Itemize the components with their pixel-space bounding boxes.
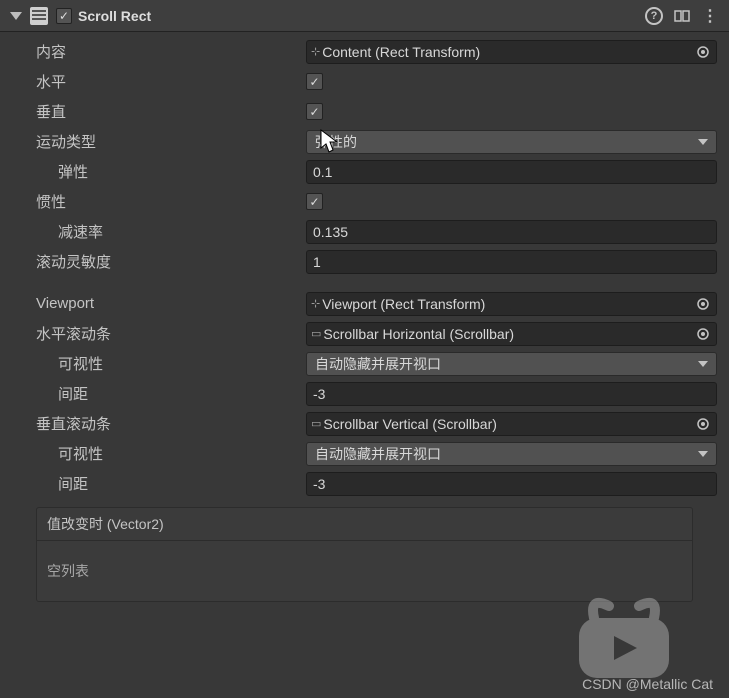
component-title: Scroll Rect xyxy=(78,8,645,24)
foldout-toggle[interactable] xyxy=(10,12,22,20)
inertia-label: 惯性 xyxy=(12,191,306,212)
decel-rate-input[interactable]: 0.135 xyxy=(306,220,717,244)
watermark-logo-icon xyxy=(559,588,689,688)
chevron-down-icon xyxy=(698,451,708,457)
decel-rate-label: 减速率 xyxy=(12,221,306,242)
preset-icon[interactable] xyxy=(673,7,691,25)
vertical-checkbox[interactable]: ✓ xyxy=(306,103,323,120)
h-spacing-input[interactable]: -3 xyxy=(306,382,717,406)
object-picker-icon[interactable] xyxy=(694,295,712,313)
rect-transform-icon: ⊹ xyxy=(311,297,318,310)
scrollbar-icon: ▭ xyxy=(311,417,319,430)
component-body: 内容 ⊹ Content (Rect Transform) 水平 ✓ 垂直 ✓ … xyxy=(0,32,729,618)
rect-transform-icon: ⊹ xyxy=(311,45,318,58)
v-spacing-label: 间距 xyxy=(12,473,306,494)
v-spacing-input[interactable]: -3 xyxy=(306,472,717,496)
viewport-object-field[interactable]: ⊹ Viewport (Rect Transform) xyxy=(306,292,717,316)
event-title: 值改变时 (Vector2) xyxy=(37,508,692,541)
h-visibility-label: 可视性 xyxy=(12,353,306,374)
chevron-down-icon xyxy=(698,139,708,145)
menu-icon[interactable]: ⋮ xyxy=(701,7,719,25)
chevron-down-icon xyxy=(698,361,708,367)
movement-type-dropdown[interactable]: 弹性的 xyxy=(306,130,717,154)
scrollbar-icon: ▭ xyxy=(311,327,319,340)
content-object-field[interactable]: ⊹ Content (Rect Transform) xyxy=(306,40,717,64)
component-icon xyxy=(30,7,48,25)
v-visibility-dropdown[interactable]: 自动隐藏并展开视口 xyxy=(306,442,717,466)
h-scrollbar-object-field[interactable]: ▭ Scrollbar Horizontal (Scrollbar) xyxy=(306,322,717,346)
scroll-sensitivity-input[interactable]: 1 xyxy=(306,250,717,274)
watermark-text: CSDN @Metallic Cat xyxy=(582,676,713,692)
h-scrollbar-label: 水平滚动条 xyxy=(12,323,306,344)
scroll-sensitivity-label: 滚动灵敏度 xyxy=(12,251,306,272)
v-scrollbar-label: 垂直滚动条 xyxy=(12,413,306,434)
horizontal-checkbox[interactable]: ✓ xyxy=(306,73,323,90)
elasticity-label: 弹性 xyxy=(12,161,306,182)
vertical-label: 垂直 xyxy=(12,101,306,122)
h-spacing-label: 间距 xyxy=(12,383,306,404)
horizontal-label: 水平 xyxy=(12,71,306,92)
v-scrollbar-object-field[interactable]: ▭ Scrollbar Vertical (Scrollbar) xyxy=(306,412,717,436)
v-visibility-label: 可视性 xyxy=(12,443,306,464)
header-actions: ? ⋮ xyxy=(645,7,719,25)
movement-type-label: 运动类型 xyxy=(12,131,306,152)
object-picker-icon[interactable] xyxy=(694,325,712,343)
viewport-label: Viewport xyxy=(12,295,306,312)
help-icon[interactable]: ? xyxy=(645,7,663,25)
inertia-checkbox[interactable]: ✓ xyxy=(306,193,323,210)
object-picker-icon[interactable] xyxy=(694,415,712,433)
elasticity-input[interactable]: 0.1 xyxy=(306,160,717,184)
content-label: 内容 xyxy=(12,41,306,62)
enable-checkbox[interactable]: ✓ xyxy=(56,8,72,24)
object-picker-icon[interactable] xyxy=(694,43,712,61)
h-visibility-dropdown[interactable]: 自动隐藏并展开视口 xyxy=(306,352,717,376)
component-header: ✓ Scroll Rect ? ⋮ xyxy=(0,0,729,32)
